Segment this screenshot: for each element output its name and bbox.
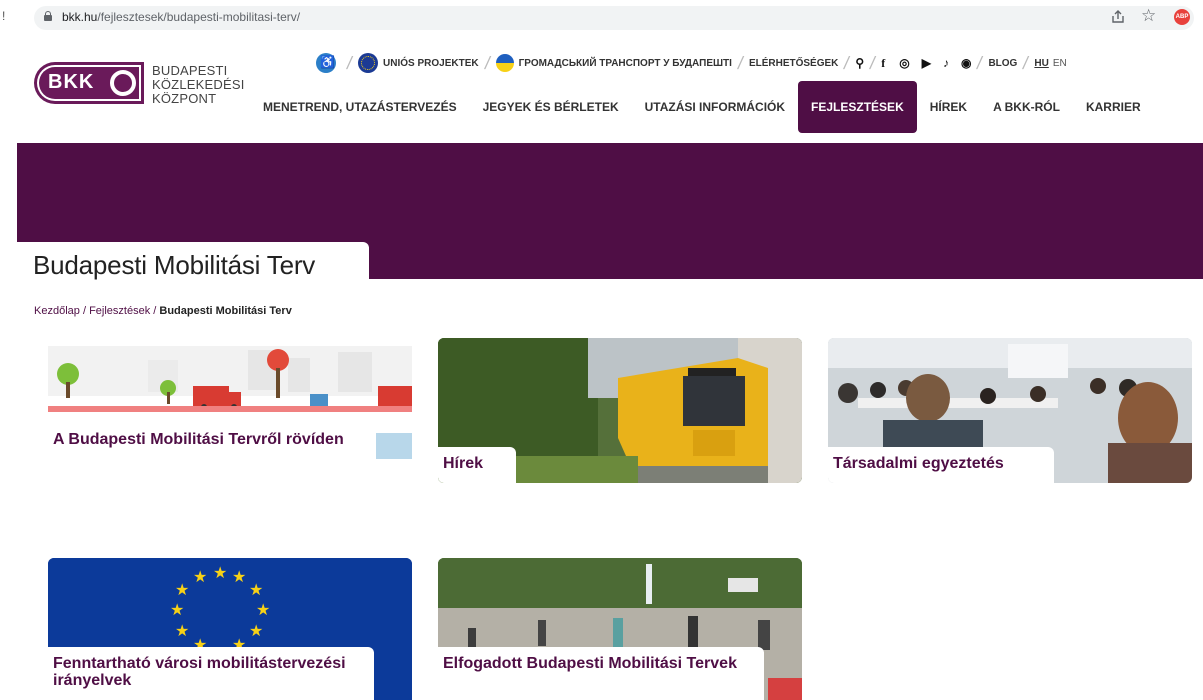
nav-hirek[interactable]: HÍREK [917,81,980,133]
ukrainian-link[interactable]: ГРОМАДСЬКИЙ ТРАНСПОРТ У БУДАПЕШТІ [519,58,732,69]
lang-en[interactable]: EN [1053,58,1067,69]
svg-text:★: ★ [175,621,189,640]
card-adopted-plans[interactable]: Elfogadott Budapesti Mobilitási Tervek [438,558,802,700]
lock-icon [44,11,52,21]
breadcrumb-home[interactable]: Kezdőlap [34,305,80,317]
main-nav: MENETREND, UTAZÁSTERVEZÉS JEGYEK ÉS BÉRL… [250,81,1154,133]
nav-utazasi-informaciok[interactable]: UTAZÁSI INFORMÁCIÓK [632,81,798,133]
bookmark-star-icon[interactable]: ☆ [1141,6,1156,26]
page-title: Budapesti Mobilitási Terv [33,250,316,280]
svg-text:★: ★ [249,621,263,640]
card-mobility-plan-summary[interactable]: A Budapesti Mobilitási Tervről rövíden [48,338,412,483]
bkk-logo[interactable]: BKK [34,62,144,104]
card-title: Társadalmi egyeztetés [833,455,1004,472]
podcast-icon[interactable]: ◉ [961,56,971,70]
adblock-icon[interactable]: ABP [1174,9,1190,25]
svg-text:★: ★ [232,567,246,586]
tiktok-icon[interactable]: ♪ [943,56,949,70]
breadcrumb-current: Budapesti Mobilitási Terv [159,305,292,317]
svg-text:★: ★ [175,580,189,599]
logo-abbr: BKK [48,71,95,93]
search-icon[interactable]: ⚲ [855,56,864,70]
card-title: Elfogadott Budapesti Mobilitási Tervek [443,655,737,672]
nav-karrier[interactable]: KARRIER [1073,81,1154,133]
svg-text:★: ★ [249,580,263,599]
logo-name: BUDAPESTI KÖZLEKEDÉSI KÖZPONT [152,63,245,106]
svg-text:★: ★ [213,563,227,582]
card-public-consultation[interactable]: Társadalmi egyeztetés [828,338,1192,483]
card-news[interactable]: Hírek [438,338,802,483]
contacts-link[interactable]: ELÉRHETŐSÉGEK [749,58,838,69]
utility-nav: / UNIÓS PROJEKTEK / ГРОМАДСЬКИЙ ТРАНСПОР… [316,52,1067,74]
logo-ring-icon [110,70,136,96]
facebook-icon[interactable]: f [881,56,885,71]
youtube-icon[interactable]: ▶ [922,56,931,70]
svg-text:★: ★ [256,600,270,619]
instagram-icon[interactable]: ◎ [899,56,909,70]
eu-projects-link[interactable]: UNIÓS PROJEKTEK [383,58,479,69]
url-text[interactable]: bkk.hu/fejlesztesek/budapesti-mobilitasi… [62,10,300,24]
browser-toolbar: ! bkk.hu/fejlesztesek/budapesti-mobilita… [0,0,1203,36]
tab-edge-mark: ! [2,9,6,23]
card-title: Fenntartható városi mobilitástervezési i… [53,655,346,689]
nav-jegyek[interactable]: JEGYEK ÉS BÉRLETEK [470,81,632,133]
accessibility-icon[interactable] [316,53,336,73]
breadcrumb: Kezdőlap / Fejlesztések / Budapesti Mobi… [34,305,292,317]
breadcrumb-section[interactable]: Fejlesztések [89,305,150,317]
card-title: A Budapesti Mobilitási Tervről rövíden [53,431,344,448]
ukraine-flag-icon [495,54,514,72]
svg-text:★: ★ [170,600,184,619]
card-title: Hírek [443,455,484,472]
nav-menetrend[interactable]: MENETREND, UTAZÁSTERVEZÉS [250,81,470,133]
nav-a-bkk-rol[interactable]: A BKK-RÓL [980,81,1073,133]
share-icon[interactable] [1110,9,1126,25]
card-sump-guidelines[interactable]: ★ ★ ★ ★ ★ ★ ★ ★ ★ ★ ★ Fenntartható városi mobi… [48,558,412,700]
svg-text:★: ★ [193,567,207,586]
lang-hu[interactable]: HU [1034,58,1048,69]
blog-link[interactable]: BLOG [988,58,1017,69]
nav-fejlesztesek[interactable]: FEJLESZTÉSEK [798,81,917,133]
eu-flag-icon [358,53,379,73]
